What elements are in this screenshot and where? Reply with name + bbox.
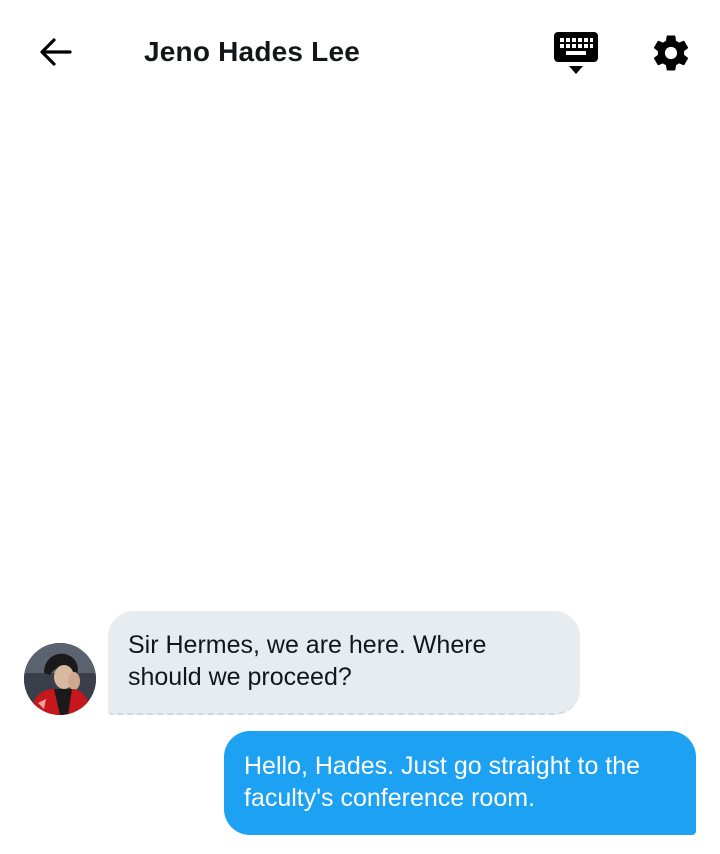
keyboard-toggle-button[interactable] (552, 30, 600, 76)
avatar[interactable] (24, 643, 96, 715)
outgoing-message-text: Hello, Hades. Just go straight to the fa… (244, 752, 641, 812)
incoming-message-text: Sir Hermes, we are here. Where should we… (128, 631, 487, 691)
keyboard-hide-icon (554, 32, 598, 74)
conversation-title: Jeno Hades Lee (144, 36, 360, 67)
back-button[interactable] (36, 32, 76, 72)
message-incoming: Sir Hermes, we are here. Where should we… (24, 611, 624, 721)
outgoing-message-bubble[interactable]: Hello, Hades. Just go straight to the fa… (224, 731, 696, 835)
arrow-left-icon (40, 38, 72, 66)
avatar-image (24, 643, 96, 715)
incoming-message-bubble[interactable]: Sir Hermes, we are here. Where should we… (108, 611, 580, 715)
conversation-header: Jeno Hades Lee (0, 0, 720, 104)
gear-icon (653, 35, 689, 71)
settings-button[interactable] (650, 32, 692, 74)
message-outgoing: Hello, Hades. Just go straight to the fa… (224, 731, 696, 835)
message-list[interactable]: Sir Hermes, we are here. Where should we… (0, 104, 720, 854)
